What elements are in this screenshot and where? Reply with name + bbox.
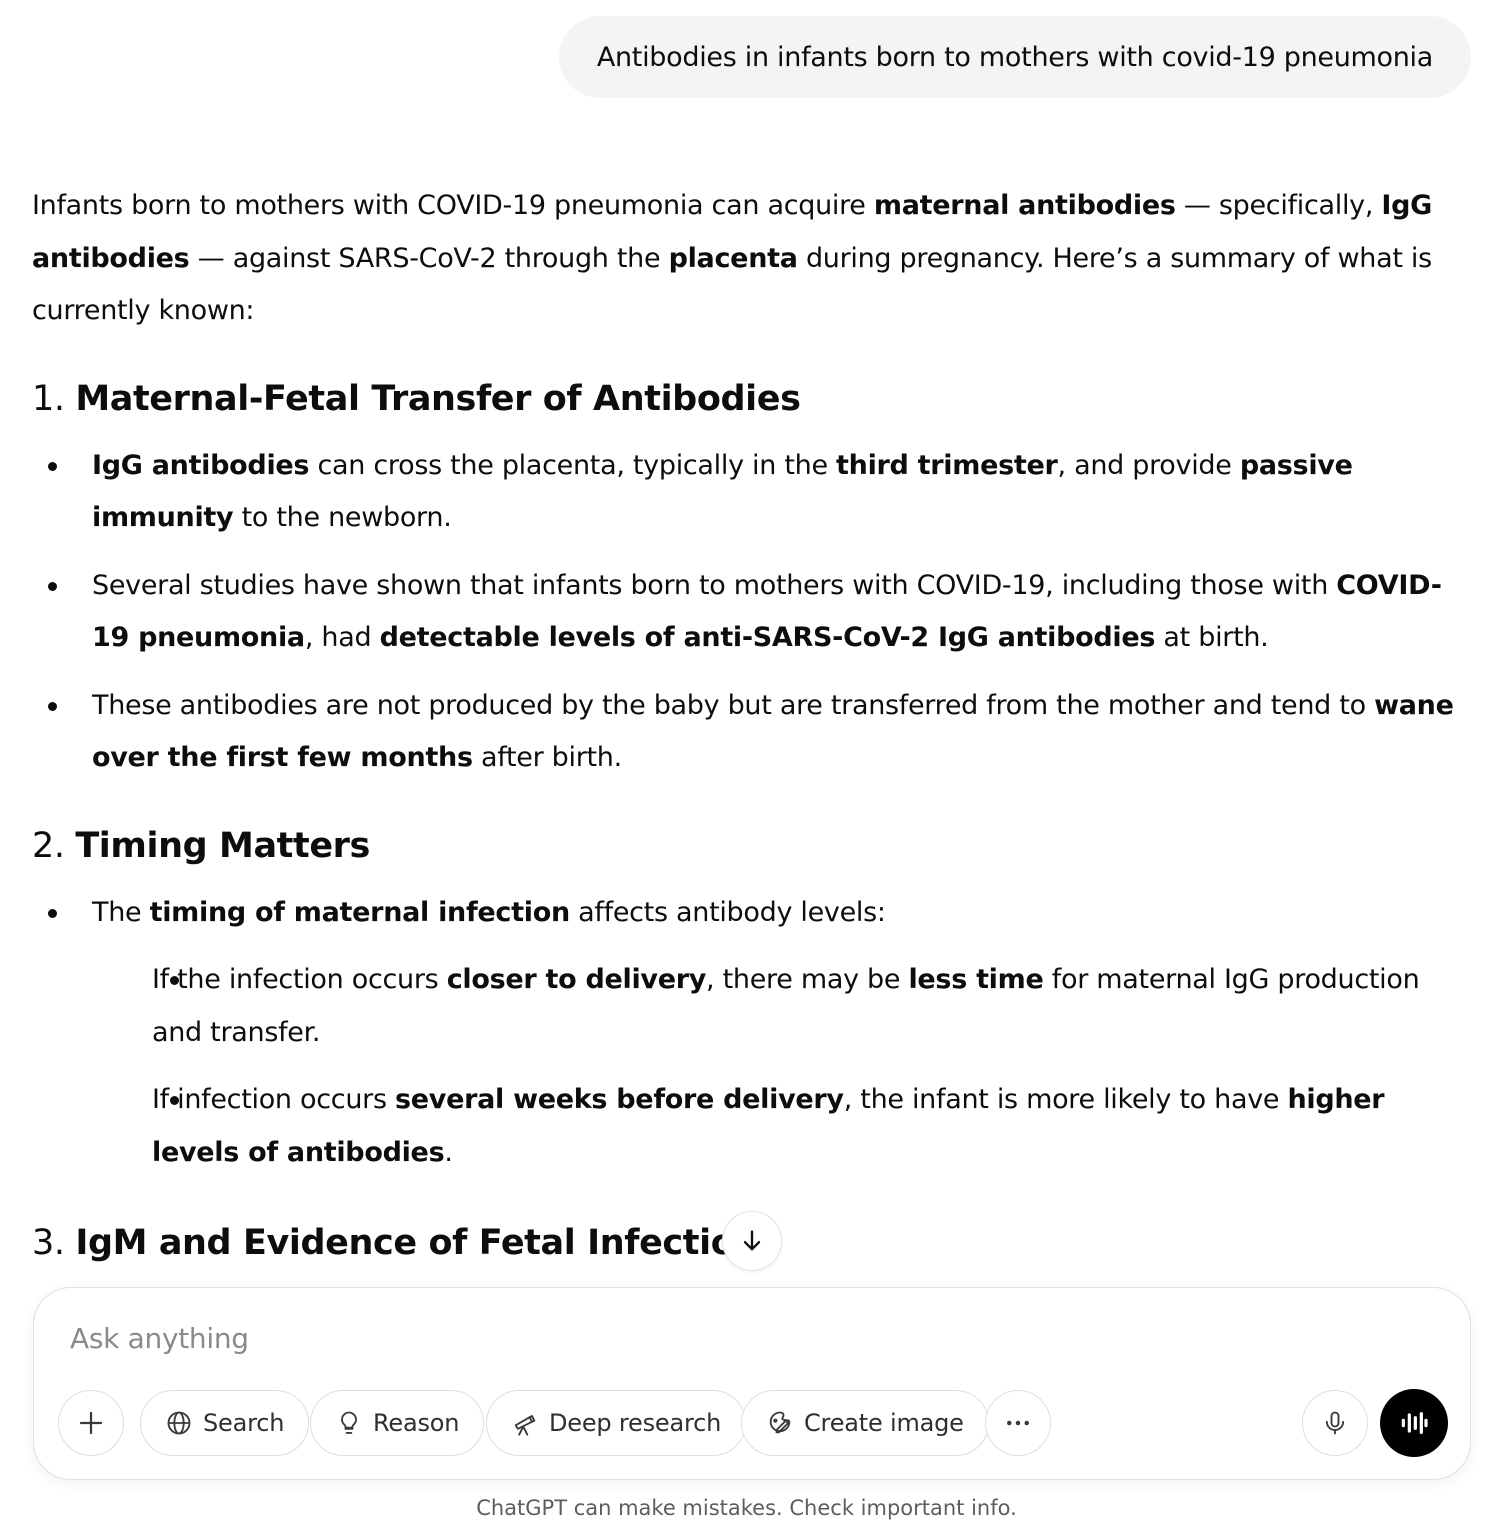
text-run: can cross the placenta, typically in the xyxy=(309,449,837,481)
user-message-bubble: Antibodies in infants born to mothers wi… xyxy=(558,16,1471,98)
text-run: These antibodies are not produced by the… xyxy=(92,689,1375,721)
text-run: — specifically, xyxy=(1175,190,1382,221)
bold-text: closer to delivery xyxy=(446,964,707,995)
bold-text: less time xyxy=(908,964,1044,995)
bold-text: placenta xyxy=(668,242,798,274)
text-run: The xyxy=(92,896,150,928)
bold-text: detectable levels of anti-SARS-CoV-2 IgG… xyxy=(379,622,1156,653)
image-brush-icon xyxy=(769,1411,791,1434)
list-item: These antibodies are not produced by the… xyxy=(32,680,1468,785)
bold-text: third trimester xyxy=(836,449,1058,481)
text-run: . xyxy=(444,1136,453,1168)
list-item: The timing of maternal infection affects… xyxy=(32,887,1468,940)
search-button-label: Search xyxy=(203,1409,285,1437)
text-run: , had xyxy=(304,622,380,653)
assistant-reply: Infants born to mothers with COVID-19 pn… xyxy=(32,180,1468,1269)
create-image-button-label: Create image xyxy=(804,1409,964,1437)
microphone-icon xyxy=(1325,1411,1345,1435)
text-run: , the infant is more likely to have xyxy=(843,1084,1288,1115)
arrow-down-icon xyxy=(743,1230,761,1251)
bold-text: maternal antibodies xyxy=(873,190,1176,221)
reason-button-label: Reason xyxy=(373,1409,460,1437)
list-item: If infection occurs several weeks before… xyxy=(92,1074,1468,1179)
create-image-button[interactable]: Create image xyxy=(741,1390,989,1456)
list-item: If the infection occurs closer to delive… xyxy=(92,954,1468,1059)
disclaimer-text: ChatGPT can make mistakes. Check importa… xyxy=(476,1496,1017,1520)
plus-icon xyxy=(79,1411,103,1435)
bold-text: several weeks before delivery xyxy=(395,1084,844,1115)
text-run: If the infection occurs xyxy=(152,964,447,995)
bold-text: IgG antibodies xyxy=(92,449,310,481)
bold-text: timing of maternal infection xyxy=(149,896,571,928)
text-run: , there may be xyxy=(706,964,909,995)
message-composer[interactable]: Ask anything Search Reason Deep research… xyxy=(33,1287,1471,1480)
list-item: Several studies have shown that infants … xyxy=(32,560,1468,665)
text-run: Infants born to mothers with COVID-19 pn… xyxy=(32,190,874,221)
reply-intro: Infants born to mothers with COVID-19 pn… xyxy=(32,180,1468,338)
text-run: after birth. xyxy=(472,742,622,773)
deep-research-button[interactable]: Deep research xyxy=(486,1390,747,1456)
voice-mode-button[interactable] xyxy=(1380,1389,1448,1457)
globe-icon xyxy=(167,1411,191,1435)
section-2-list: The timing of maternal infection affects… xyxy=(32,887,1468,940)
telescope-icon xyxy=(514,1415,536,1436)
section-heading-1: 1. Maternal-Fetal Transfer of Antibodies xyxy=(32,378,801,419)
user-message-text: Antibodies in infants born to mothers wi… xyxy=(596,41,1433,73)
lightbulb-icon xyxy=(341,1411,357,1434)
list-item: IgG antibodies can cross the placenta, t… xyxy=(32,440,1468,545)
text-run: If infection occurs xyxy=(152,1084,395,1115)
section-2-sublist: If the infection occurs closer to delive… xyxy=(32,954,1468,1179)
more-tools-button[interactable] xyxy=(985,1390,1051,1456)
section-heading-2: 2. Timing Matters xyxy=(32,825,370,866)
voice-waveform-icon xyxy=(1401,1412,1428,1434)
text-run: , and provide xyxy=(1057,449,1240,481)
search-button[interactable]: Search xyxy=(140,1390,310,1456)
reason-button[interactable]: Reason xyxy=(310,1390,485,1456)
text-run: to the newborn. xyxy=(233,502,452,533)
text-run: at birth. xyxy=(1155,622,1269,653)
section-1-list: IgG antibodies can cross the placenta, t… xyxy=(32,440,1468,785)
ellipsis-icon xyxy=(1007,1420,1029,1426)
deep-research-button-label: Deep research xyxy=(549,1409,722,1437)
text-run: — against SARS-CoV-2 through the xyxy=(189,242,669,274)
add-attachment-button[interactable] xyxy=(58,1390,124,1456)
scroll-to-bottom-button[interactable] xyxy=(722,1211,782,1271)
dictate-button[interactable] xyxy=(1302,1390,1368,1456)
text-run: Several studies have shown that infants … xyxy=(92,569,1337,601)
message-input[interactable]: Ask anything xyxy=(70,1322,249,1355)
text-run: affects antibody levels: xyxy=(569,896,886,928)
